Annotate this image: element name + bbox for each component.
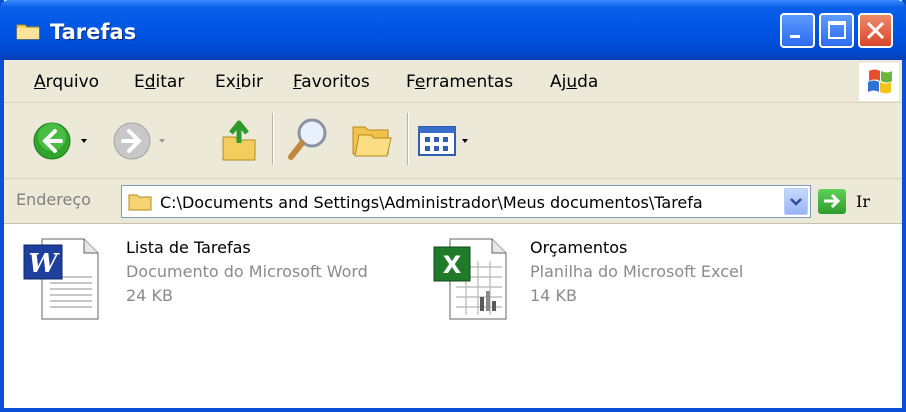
address-label: Endereço: [16, 190, 91, 209]
folders-icon: [352, 126, 392, 157]
folder-icon: [16, 24, 40, 40]
minimize-icon: [790, 35, 800, 38]
file-name: Lista de Tarefas: [126, 238, 251, 257]
address-path: C:\Documents and Settings\Administrador\…: [160, 193, 703, 212]
file-size: 24 KB: [126, 286, 173, 305]
back-button[interactable]: [32, 121, 92, 165]
explorer-window: Tarefas Arquivo Editar Exibir Favoritos …: [0, 0, 906, 412]
title-bar[interactable]: Tarefas: [0, 0, 906, 60]
word-document-icon: W: [23, 238, 99, 320]
toolbar-separator: [407, 113, 408, 165]
forward-button[interactable]: [112, 121, 172, 165]
menu-exibir[interactable]: Exibir: [215, 72, 263, 92]
menu-arquivo[interactable]: Arquivo: [34, 72, 99, 92]
windows-flag-icon: [868, 69, 892, 94]
menu-editar[interactable]: Editar: [134, 72, 184, 92]
close-icon: [866, 21, 885, 40]
file-item-orcamentos[interactable]: X Orçamentos Planilha do Microsoft Excel…: [430, 237, 830, 327]
up-folder-icon: [222, 120, 256, 161]
address-dropdown-button[interactable]: [784, 188, 808, 215]
file-item-lista-de-tarefas[interactable]: W Lista de Tarefas Documento do Microsof…: [22, 237, 412, 327]
search-button[interactable]: [286, 115, 332, 167]
views-button[interactable]: [417, 125, 477, 163]
maximize-button[interactable]: [819, 13, 854, 48]
file-type: Planilha do Microsoft Excel: [530, 262, 744, 281]
folders-button[interactable]: [350, 119, 394, 163]
menu-bar: Arquivo Editar Exibir Favoritos Ferramen…: [4, 60, 902, 103]
address-bar: Endereço C:\Documents and Settings\Admin…: [4, 179, 902, 224]
go-button[interactable]: [818, 189, 846, 214]
menu-ajuda[interactable]: Ajuda: [550, 72, 598, 92]
file-name: Orçamentos: [530, 238, 628, 257]
folder-icon: [128, 194, 152, 211]
standard-toolbar: [4, 103, 902, 179]
windows-logo: [859, 63, 899, 101]
go-arrow-icon: [824, 193, 841, 209]
forward-icon: [113, 122, 165, 160]
minimize-button[interactable]: [780, 13, 815, 48]
go-label[interactable]: Ir: [856, 192, 870, 211]
svg-text:W: W: [28, 249, 60, 279]
search-icon: [288, 118, 327, 160]
file-size: 14 KB: [530, 286, 577, 305]
menu-ferramentas[interactable]: Ferramentas: [406, 72, 513, 92]
views-icon: [418, 126, 468, 156]
address-input[interactable]: C:\Documents and Settings\Administrador\…: [121, 185, 811, 218]
close-button[interactable]: [858, 13, 893, 48]
chevron-down-icon: [790, 198, 802, 206]
maximize-icon: [828, 21, 846, 39]
window-title: Tarefas: [50, 20, 137, 44]
menu-favoritos[interactable]: Favoritos: [293, 72, 370, 92]
back-icon: [33, 122, 87, 160]
excel-spreadsheet-icon: X: [433, 238, 507, 320]
file-type: Documento do Microsoft Word: [126, 262, 368, 281]
toolbar-separator: [272, 113, 273, 165]
up-folder-button[interactable]: [219, 115, 259, 167]
svg-text:X: X: [443, 251, 462, 279]
